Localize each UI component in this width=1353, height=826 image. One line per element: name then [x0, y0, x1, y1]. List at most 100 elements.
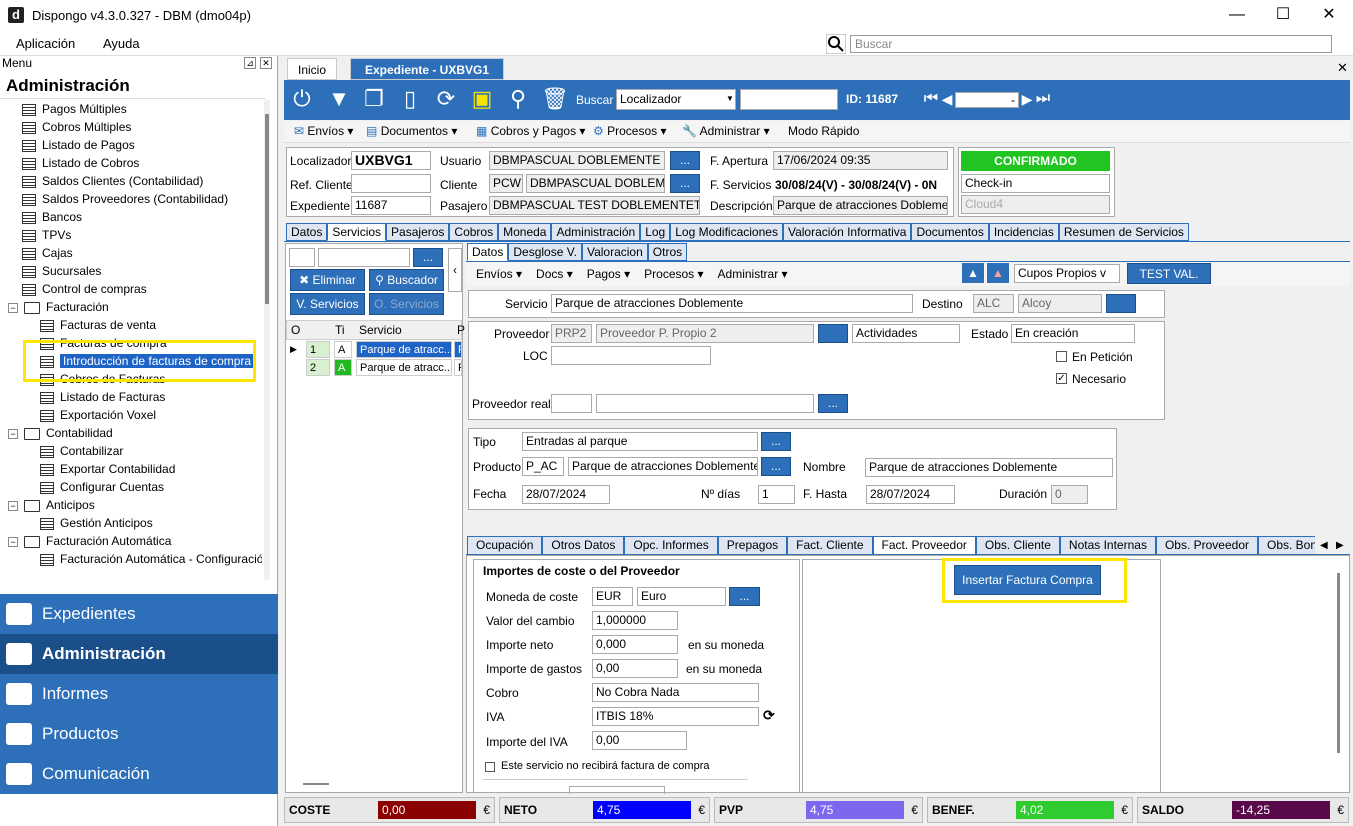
grid-scroll-thumb[interactable]: [303, 783, 329, 785]
checkin-select[interactable]: Check-in: [961, 174, 1110, 193]
iva-select[interactable]: ITBIS 18%: [592, 707, 759, 726]
close-button[interactable]: ✕: [1306, 0, 1352, 32]
producto-name[interactable]: Parque de atracciones Doblemente: [568, 457, 758, 476]
arrow-up-icon[interactable]: ▲: [962, 263, 984, 283]
power-icon[interactable]: ⏻: [289, 86, 315, 112]
last-record-icon[interactable]: ⏭: [1034, 86, 1052, 112]
sub-tab-3[interactable]: Otros: [647, 243, 688, 261]
sub-action-item[interactable]: Procesos ▾: [644, 267, 703, 281]
next-record-icon[interactable]: ▶: [1020, 86, 1034, 112]
insert-invoice-button[interactable]: Insertar Factura Compra: [954, 565, 1101, 595]
proveedor-lookup-button[interactable]: [818, 324, 848, 343]
prev-record-icon[interactable]: ◀: [940, 86, 954, 112]
nombre-input[interactable]: Parque de atracciones Doblemente: [865, 458, 1113, 477]
tree-folder[interactable]: − Anticipos: [8, 496, 95, 514]
tree-item[interactable]: Contabilizar: [40, 442, 123, 460]
tabs-right-arrow-icon[interactable]: ▶: [1336, 540, 1344, 551]
tree-item[interactable]: Configurar Cuentas: [40, 478, 164, 496]
moneda-name[interactable]: Euro: [637, 587, 726, 606]
producto-lookup-button[interactable]: ...: [761, 457, 791, 476]
service-filter-input[interactable]: [318, 248, 410, 267]
arrow-up-red-icon[interactable]: ▲: [987, 263, 1009, 283]
bottom-tab-8[interactable]: Obs. Proveedor: [1155, 536, 1258, 555]
main-tab-6[interactable]: Log: [640, 223, 671, 241]
col-o[interactable]: O: [291, 321, 300, 339]
panel-scrollbar[interactable]: [1337, 573, 1340, 753]
sub-action-item[interactable]: Docs ▾: [536, 267, 573, 281]
tree-item[interactable]: Bancos: [22, 208, 82, 226]
ndias-input[interactable]: 1: [758, 485, 795, 504]
save-icon[interactable]: ▣: [469, 86, 495, 112]
nav-informes[interactable]: Informes: [0, 674, 278, 714]
menu-aplicacion[interactable]: Aplicación: [16, 36, 75, 51]
search-icon[interactable]: [826, 34, 846, 54]
main-tab-0[interactable]: Datos: [286, 223, 328, 241]
collapse-panel-icon[interactable]: ‹: [448, 248, 462, 292]
importe-iva-input[interactable]: 0,00: [592, 731, 687, 750]
proveedor-real-name[interactable]: [596, 394, 814, 413]
cliente-code[interactable]: PCW: [489, 174, 523, 193]
record-nav-input[interactable]: -: [955, 92, 1019, 108]
tab-expediente[interactable]: Expediente - UXBVG1: [350, 58, 505, 80]
expediente-input[interactable]: 11687: [351, 196, 431, 215]
tipo-lookup-button[interactable]: ...: [761, 432, 791, 451]
col-ti[interactable]: Ti: [335, 321, 345, 339]
action-envios[interactable]: ✉ Envíos ▾: [294, 124, 353, 138]
col-servicio[interactable]: Servicio: [359, 321, 402, 339]
tree-item[interactable]: Sucursales: [22, 262, 101, 280]
actividades-field[interactable]: Actividades: [852, 324, 960, 343]
global-search-input[interactable]: Buscar: [850, 35, 1332, 53]
bottom-tab-6[interactable]: Obs. Cliente: [975, 536, 1060, 555]
v-servicios-button[interactable]: V. Servicios: [290, 293, 365, 315]
usuario-input[interactable]: DBMPASCUAL DOBLEMENTE D: [489, 151, 665, 170]
tree-item[interactable]: Control de compras: [22, 280, 147, 298]
sub-tab-0[interactable]: Datos: [467, 243, 509, 261]
cupos-select[interactable]: Cupos Propios v: [1014, 264, 1120, 283]
main-tab-9[interactable]: Documentos: [911, 223, 989, 241]
refresh-iva-icon[interactable]: ⟳: [763, 707, 775, 724]
tree-item[interactable]: Listado de Cobros: [22, 154, 139, 172]
tree-item[interactable]: Facturación Automática - Configuració: [40, 550, 262, 568]
tree-item[interactable]: Exportar Contabilidad: [40, 460, 175, 478]
action-modo-rapido[interactable]: Modo Rápido: [788, 124, 859, 138]
estado-field[interactable]: En creación: [1011, 324, 1135, 343]
menu-ayuda[interactable]: Ayuda: [103, 36, 140, 51]
no-factura-checkbox[interactable]: [485, 762, 495, 772]
tree-folder[interactable]: − Contabilidad: [8, 424, 113, 442]
main-tab-11[interactable]: Resumen de Servicios: [1058, 223, 1189, 241]
bottom-tab-3[interactable]: Prepagos: [717, 536, 788, 555]
trash-icon[interactable]: 🗑: [541, 86, 569, 112]
bottom-tab-2[interactable]: Opc. Informes: [624, 536, 718, 555]
descripcion-input[interactable]: Parque de atracciones Doblemen: [773, 196, 948, 215]
cliente-name[interactable]: DBMPASCUAL DOBLEM: [526, 174, 665, 193]
action-procesos[interactable]: ⚙ Procesos ▾: [593, 124, 667, 138]
tree-scrollbar[interactable]: [264, 100, 270, 580]
collapse-icon[interactable]: −: [8, 500, 18, 511]
tree-item[interactable]: Saldos Clientes (Contabilidad): [22, 172, 203, 190]
main-tab-10[interactable]: Incidencias: [988, 223, 1059, 241]
tree-folder[interactable]: − Facturación Automática: [8, 532, 171, 550]
main-tab-4[interactable]: Moneda: [498, 223, 552, 241]
toolbar-search-input[interactable]: [740, 89, 838, 110]
maximize-button[interactable]: ☐: [1260, 0, 1306, 32]
bottom-tab-1[interactable]: Otros Datos: [542, 536, 625, 555]
collapse-icon[interactable]: −: [8, 536, 18, 547]
neto-input[interactable]: 0,000: [592, 635, 678, 654]
sub-action-item[interactable]: Pagos ▾: [587, 267, 630, 281]
proveedor-real-code[interactable]: [551, 394, 592, 413]
bottom-tab-9[interactable]: Obs. Bono: [1258, 536, 1315, 555]
first-record-icon[interactable]: ⏮: [922, 86, 940, 112]
main-tab-1[interactable]: Servicios: [327, 223, 387, 241]
usuario-lookup-button[interactable]: ...: [670, 151, 700, 170]
main-tab-2[interactable]: Pasajeros: [386, 223, 450, 241]
tree-item[interactable]: Exportación Voxel: [40, 406, 156, 424]
tree-item[interactable]: Pagos Múltiples: [22, 100, 127, 118]
service-filter-button[interactable]: ...: [413, 248, 443, 267]
sub-tab-1[interactable]: Desglose V.: [508, 243, 582, 261]
moneda-lookup-button[interactable]: ...: [729, 587, 760, 606]
collapse-icon[interactable]: −: [8, 428, 18, 439]
action-administrar[interactable]: 🔧 Administrar ▾: [682, 124, 770, 138]
bottom-tab-4[interactable]: Fact. Cliente: [787, 536, 873, 555]
cliente-lookup-button[interactable]: ...: [670, 174, 700, 193]
nav-comunicacion[interactable]: Comunicación: [0, 754, 278, 794]
